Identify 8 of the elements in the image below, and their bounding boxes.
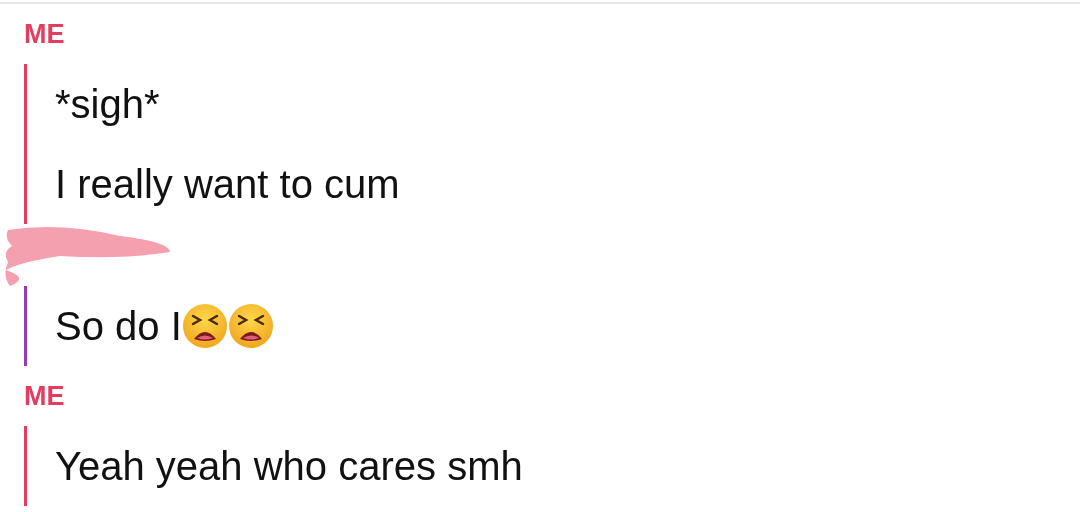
message-text: Yeah yeah who cares smh [55, 443, 523, 490]
message-text: I really want to cum [55, 161, 400, 208]
tired-face-icon [227, 303, 274, 349]
message-text: *sigh* [55, 81, 160, 128]
tired-face-icon [181, 303, 228, 349]
sender-name: ME [24, 17, 65, 51]
message-text: So do I [55, 303, 182, 350]
sender-name: ME [24, 379, 65, 413]
